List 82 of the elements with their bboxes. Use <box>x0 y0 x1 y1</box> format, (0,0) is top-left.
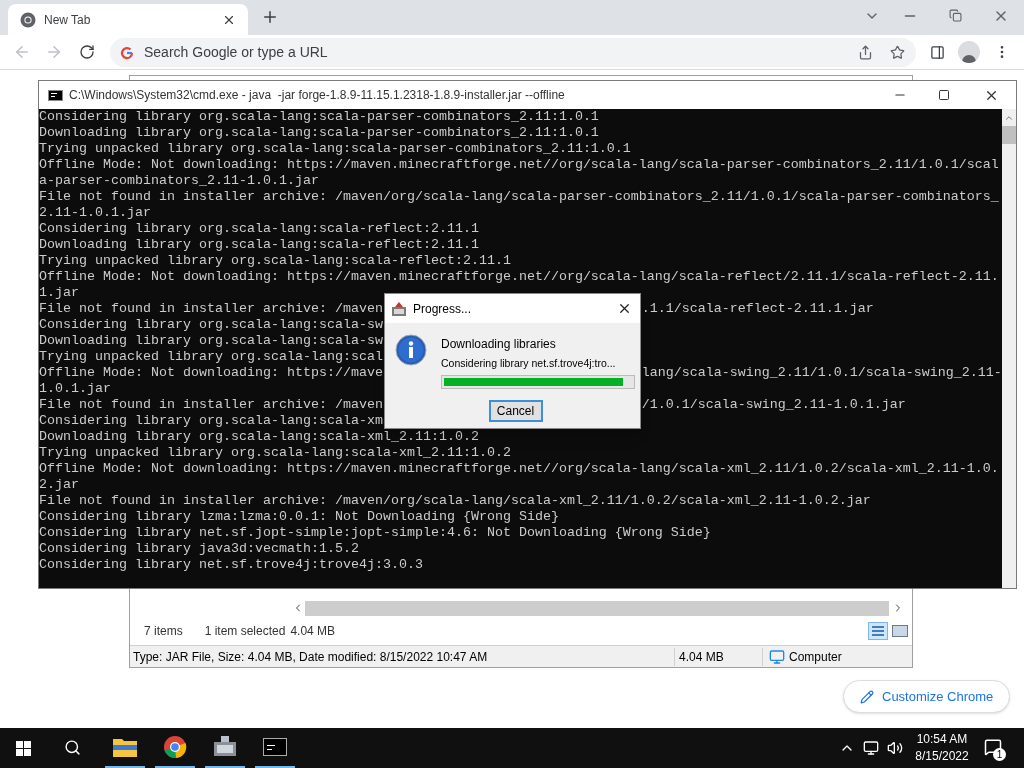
chrome-icon <box>163 735 187 759</box>
item-count: 7 items <box>144 623 183 640</box>
share-icon[interactable] <box>858 45 873 60</box>
new-tab-icon[interactable] <box>261 8 279 26</box>
start-icon[interactable] <box>16 741 31 756</box>
console-icon <box>48 89 63 101</box>
google-logo-icon <box>120 45 134 60</box>
chrome-logo-icon <box>20 11 36 28</box>
console-line: Trying unpacked library org.scala-lang:scala-xml_2.11:1.0.2 <box>39 445 511 460</box>
console-line: Considering library java3d:vecmath:1.5.2 <box>39 541 359 556</box>
restore-icon[interactable] <box>949 9 962 22</box>
console-line: File not found in installer archive: /maven/org/scala-lang/scala-parser-combinators_2.11/1.0.1/scala-parser-combinators_ <box>39 189 999 204</box>
console-line: 1.0.1.jar <box>39 381 111 396</box>
scroll-up-icon[interactable] <box>1003 113 1014 123</box>
horizontal-scrollbar[interactable] <box>305 600 889 616</box>
console-line: Offline Mode: Not downloading: https://maven.minecraftforge.net//org/scala-lang/scala-reflect/2.11.1/scala-reflect-2.11. <box>39 269 999 284</box>
zone-label: Computer <box>789 648 842 666</box>
console-line: File not found in installer archive: /maven <box>39 301 383 316</box>
console-line: Downloading library org.scala-lang:scala-parser-combinators_2.11:1.0.1 <box>39 125 599 140</box>
console-line: File not found in installer archive: /maven <box>39 397 383 412</box>
console-line: Considering library org.scala-lang:scala-reflect:2.11.1 <box>39 221 479 236</box>
console-line: a-parser-combinators_2.11-1.0.1.jar <box>39 173 319 188</box>
browser-tab[interactable]: New Tab <box>8 4 248 35</box>
console-line: Offline Mode: Not downloading: https://maven.minecraftforge.net//org/scala-lang/scala-xml_2.11/1.0.2/scala-xml_2.11-1.0. <box>39 461 999 476</box>
console-line: Offline Mode: Not downloading: https://maven.minecraftforge.net//org/scala-lang/scala-parser-combinators_2.11/1.0.1/scal <box>39 157 999 172</box>
console-line: Considering library net.sf.trove4j:trove4j:3.0.3 <box>39 557 423 572</box>
thumbnail-view-icon[interactable] <box>892 625 908 637</box>
info-icon <box>395 334 427 366</box>
network-icon[interactable] <box>863 740 879 756</box>
profile-avatar-icon[interactable] <box>958 41 980 63</box>
console-line: Offline Mode: Not downloading: https://mave <box>39 365 383 380</box>
console-line: Downloading library org.scala-lang:scala-xml_2.11:1.0.2 <box>39 429 479 444</box>
details-view-icon[interactable] <box>868 622 888 640</box>
window-title: C:\Windows\System32\cmd.exe - java -jar forge-1.8.9-11.15.1.2318-1.8.9-installer.jar --offline <box>69 87 565 104</box>
console-line: Considering library net.sf.jopt-simple:jopt-simple:4.6: Not Downloading {Wrong Side} <box>39 525 711 540</box>
console-line: Considering library org.scala-lang:scala-parser-combinators_2.11:1.0.1 <box>39 109 599 124</box>
bookmark-star-icon[interactable] <box>890 45 905 60</box>
console-line: .1.1/scala-reflect-2.11.1.jar <box>641 301 874 317</box>
pencil-icon <box>860 689 874 704</box>
side-panel-icon[interactable] <box>930 45 945 60</box>
console-line: Considering library org.scala-lang:scala-sw <box>39 317 383 332</box>
dialog-heading: Downloading libraries <box>441 336 557 353</box>
installer-icon <box>391 300 407 317</box>
console-line: Trying unpacked library org.scala-lang:scal <box>39 349 383 364</box>
console-line: /1.0.1/scala-swing_2.11-1.0.1.jar <box>641 397 906 413</box>
reload-icon[interactable] <box>79 44 95 60</box>
console-icon <box>263 738 287 756</box>
console-line: 2.11-1.0.1.jar <box>39 205 151 220</box>
scrollbar-thumb[interactable] <box>1001 126 1016 144</box>
address-placeholder: Search Google or type a URL <box>144 43 328 62</box>
selection-status: 1 item selected <box>204 623 286 640</box>
customize-chrome-button[interactable]: Customize Chrome <box>843 680 1011 713</box>
selection-size: 4.04 MB <box>290 623 336 640</box>
console-line: Considering library org.scala-lang:scala-xm <box>39 413 383 428</box>
search-icon[interactable] <box>64 739 81 756</box>
vertical-scrollbar[interactable] <box>1001 109 1016 588</box>
folder-icon <box>113 737 137 757</box>
console-line: lang/scala-swing_2.11/1.0.1/scala-swing_2.11- <box>641 365 1002 381</box>
installer-icon <box>213 736 237 758</box>
clock-date: 8/15/2022 <box>915 748 969 765</box>
clock[interactable]: 10:54 AM 8/15/2022 <box>912 731 972 765</box>
address-bar[interactable]: Search Google or type a URL <box>110 38 916 67</box>
console-line: Trying unpacked library org.scala-lang:scala-parser-combinators_2.11:1.0.1 <box>39 141 631 156</box>
notifications-icon[interactable] <box>984 738 1002 756</box>
console-line: 2.jar <box>39 477 79 492</box>
file-details: Type: JAR File, Size: 4.04 MB, Date modified: 8/15/2022 10:47 AM <box>133 648 489 666</box>
console-line: 1.jar <box>39 285 79 300</box>
dialog-message: Considering library net.sf.trove4j:tro... <box>441 356 617 371</box>
console-line: File not found in installer archive: /maven/org/scala-lang/scala-xml_2.11/1.0.2/scala-xml_2.11-1.0.2.jar <box>39 493 871 508</box>
file-size: 4.04 MB <box>674 647 762 666</box>
computer-icon <box>769 648 785 665</box>
clock-time: 10:54 AM <box>916 731 968 748</box>
console-line: Downloading library org.scala-lang:scala-sw <box>39 333 383 348</box>
console-line: Downloading library org.scala-lang:scala-reflect:2.11.1 <box>39 237 479 252</box>
notification-count: 1 <box>993 748 1006 761</box>
console-line: Trying unpacked library org.scala-lang:scala-reflect:2.11.1 <box>39 253 511 268</box>
volume-icon[interactable] <box>887 740 903 756</box>
console-line: Considering library lzma:lzma:0.0.1: Not Downloading {Wrong Side} <box>39 509 559 524</box>
dialog-title: Progress... <box>413 300 472 318</box>
close-icon[interactable] <box>617 301 632 316</box>
maximize-icon[interactable] <box>938 89 950 101</box>
cancel-button[interactable]: Cancel <box>488 399 543 422</box>
